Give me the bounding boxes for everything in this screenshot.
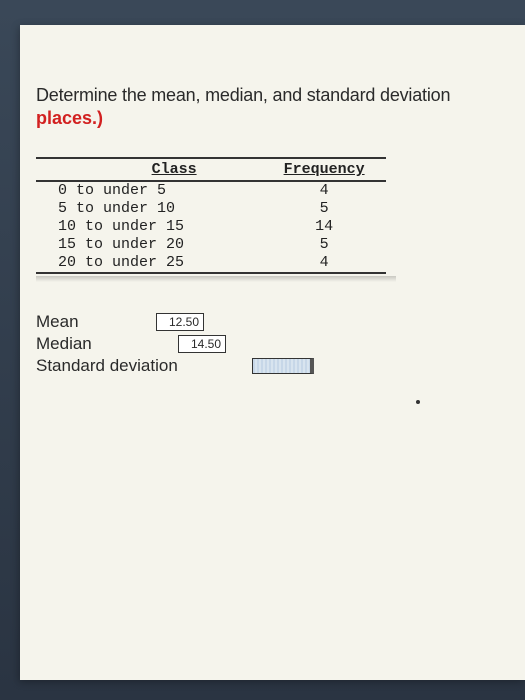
table-row: 20 to under 25 4: [36, 254, 386, 273]
table-shadow: [36, 276, 396, 282]
mean-label: Mean: [36, 312, 156, 332]
question-text: Determine the mean, median, and standard…: [36, 85, 500, 106]
table-row: 0 to under 5 4: [36, 181, 386, 200]
sd-input-box[interactable]: [252, 358, 314, 374]
table-header-frequency: Frequency: [262, 158, 386, 181]
places-text: places.): [36, 108, 500, 129]
table-header-class: Class: [36, 158, 262, 181]
median-label: Median: [36, 334, 178, 354]
decorative-dot: [416, 400, 420, 404]
table-row: 5 to under 10 5: [36, 200, 386, 218]
median-value-box[interactable]: 14.50: [178, 335, 226, 353]
mean-value-box[interactable]: 12.50: [156, 313, 204, 331]
frequency-table: Class Frequency 0 to under 5 4 5 to unde…: [36, 157, 386, 274]
document-page: Determine the mean, median, and standard…: [20, 25, 525, 680]
freq-cell: 4: [262, 254, 386, 273]
results-block: Mean 12.50 Median 14.50 Standard deviati…: [36, 312, 500, 376]
table-row: 10 to under 15 14: [36, 218, 386, 236]
sd-label: Standard deviation: [36, 356, 212, 376]
class-cell: 20 to under 25: [36, 254, 262, 273]
freq-cell: 14: [262, 218, 386, 236]
median-row: Median 14.50: [36, 334, 500, 354]
class-cell: 15 to under 20: [36, 236, 262, 254]
class-cell: 5 to under 10: [36, 200, 262, 218]
freq-cell: 5: [262, 200, 386, 218]
class-cell: 10 to under 15: [36, 218, 262, 236]
mean-row: Mean 12.50: [36, 312, 500, 332]
class-cell: 0 to under 5: [36, 181, 262, 200]
sd-row: Standard deviation: [36, 356, 500, 376]
freq-cell: 5: [262, 236, 386, 254]
table-row: 15 to under 20 5: [36, 236, 386, 254]
freq-cell: 4: [262, 181, 386, 200]
